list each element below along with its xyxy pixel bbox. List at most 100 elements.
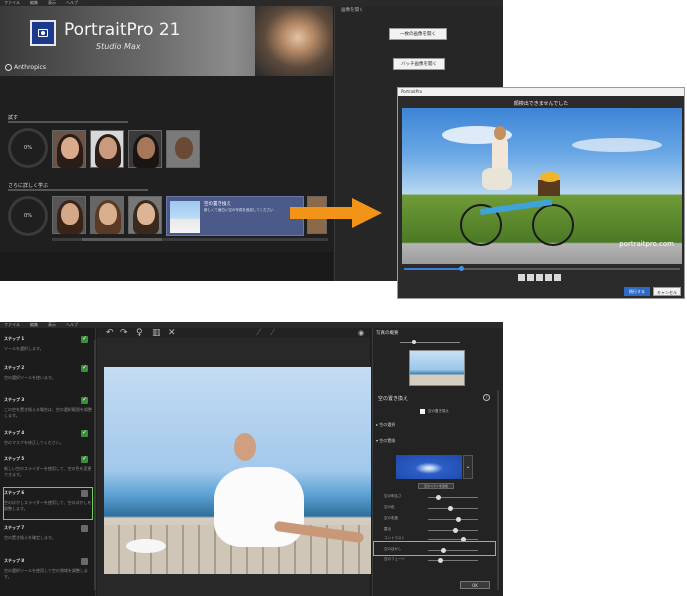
- thumbnail-portrait-5[interactable]: [52, 196, 86, 234]
- section-learn-heading: さらに詳しく学ぶ: [8, 183, 49, 189]
- slider-track[interactable]: [428, 560, 478, 561]
- step-back-icon[interactable]: [527, 274, 534, 281]
- overview-thumbnail[interactable]: [409, 350, 465, 386]
- banner-portrait: [255, 6, 333, 76]
- slider-knob[interactable]: [453, 528, 458, 533]
- pause-icon[interactable]: [536, 274, 543, 281]
- steps-scrollbar[interactable]: [94, 340, 96, 590]
- app-title: PortraitPro 21: [64, 20, 181, 40]
- sky-preset-dropdown-icon[interactable]: ⌄: [463, 455, 473, 479]
- dialog-titlebar: PortraitPro: [398, 88, 684, 96]
- slider-track[interactable]: [428, 539, 478, 540]
- step-1-check-icon: [81, 335, 88, 343]
- slider-knob[interactable]: [448, 506, 453, 511]
- slider-row-2[interactable]: 空の色: [384, 505, 494, 512]
- person-icon[interactable]: ♀: [136, 328, 143, 338]
- skip-forward-icon[interactable]: [554, 274, 561, 281]
- thumbnail-portrait-3[interactable]: [128, 130, 162, 168]
- slider-knob[interactable]: [438, 558, 443, 563]
- step-8[interactable]: ステップ 8 空の選択ツールを使用して空の領域を調整します。: [4, 558, 92, 580]
- step-7-title: ステップ 7: [4, 525, 25, 530]
- slider-label: 空の色: [384, 505, 395, 509]
- transition-arrow-icon: [290, 198, 382, 228]
- help-icon[interactable]: ?: [483, 394, 490, 401]
- carousel-scrollbar[interactable]: [52, 238, 328, 241]
- timeline-knob[interactable]: [459, 266, 464, 271]
- sky-preset-swatch[interactable]: [396, 455, 462, 479]
- slider-row-4[interactable]: 露出: [384, 527, 494, 534]
- skip-back-icon[interactable]: [518, 274, 525, 281]
- replace-sky-checkbox[interactable]: [420, 409, 425, 414]
- arrow-shape: [290, 198, 382, 228]
- app-logo-icon: [30, 20, 56, 46]
- slider-label: 空のフェード: [384, 557, 405, 561]
- step-3-check-icon: [81, 396, 88, 404]
- replace-sky-heading: 空の置き換え: [378, 396, 409, 402]
- thumbnail-portrait-7[interactable]: [128, 196, 162, 234]
- tutorial-card-text: 新しくて面白い空の写真を追加してください: [204, 208, 274, 212]
- brand-icon: [5, 64, 12, 71]
- step-forward-icon[interactable]: [545, 274, 552, 281]
- thumbnail-portrait-1[interactable]: [52, 130, 86, 168]
- undo-icon[interactable]: ↶: [106, 328, 114, 338]
- step-4-title: ステップ 4: [4, 430, 25, 435]
- cancel-button[interactable]: キャンセル: [653, 287, 681, 296]
- overview-zoom-slider[interactable]: [400, 340, 460, 344]
- sky-replace-label: 空の置換: [379, 438, 396, 443]
- open-single-image-button[interactable]: 一枚の画像を開く: [389, 28, 447, 40]
- slider-track[interactable]: [428, 508, 478, 509]
- section-try-text: [8, 121, 128, 123]
- open-batch-image-button[interactable]: バッチ画像を開く: [393, 58, 445, 70]
- slider-track[interactable]: [428, 519, 478, 520]
- sky-select-section[interactable]: ▸ 空の選択: [376, 422, 395, 428]
- slider-knob[interactable]: [455, 517, 461, 522]
- step-6[interactable]: ステップ 6 空のぼかしスライダーを使用して、空のぼかしを調整します。: [4, 490, 92, 512]
- step-4[interactable]: ステップ 4 空のマスクを修正してください。: [4, 429, 92, 446]
- step-1[interactable]: ステップ 1 ツールを選択します。: [4, 335, 92, 352]
- step-1-text: ツールを選択します。: [4, 346, 44, 351]
- redo-icon[interactable]: ↷: [120, 328, 128, 338]
- step-2[interactable]: ステップ 2 空の選択ツールを使います。: [4, 364, 92, 381]
- woman-head: [234, 433, 256, 461]
- ok-button[interactable]: OK: [460, 581, 490, 589]
- bicycle-basket: [538, 180, 560, 196]
- tutorial-card-image: [170, 201, 200, 233]
- choose-sky-button[interactable]: 空のスカイを追加: [418, 483, 454, 489]
- slider-row-7[interactable]: 空のフェード: [384, 557, 494, 564]
- tutorial-card-sky-replace[interactable]: 空の置き換え 新しくて面白い空の写真を追加してください: [166, 196, 304, 236]
- thumbnail-portrait-2[interactable]: [90, 130, 124, 168]
- compare-icon[interactable]: ▥: [152, 328, 161, 338]
- right-panel-scrollbar[interactable]: [497, 390, 499, 590]
- close-icon[interactable]: ✕: [168, 328, 176, 338]
- step-3-text: この空を置き換える場合は、空の選択範囲を調整します。: [4, 407, 92, 418]
- slider-knob[interactable]: [435, 495, 441, 500]
- step-3[interactable]: ステップ 3 この空を置き換える場合は、空の選択範囲を調整します。: [4, 396, 92, 419]
- dialog-photo: portraitpro.com: [402, 108, 682, 264]
- thumbnail-portrait-4[interactable]: [166, 130, 200, 168]
- slider-row-1[interactable]: 空の明るさ: [384, 494, 494, 501]
- continue-button[interactable]: 続行する: [624, 287, 650, 296]
- side-panel-title: 画像を開く: [341, 8, 364, 13]
- brush-icon[interactable]: ⁄: [258, 328, 260, 338]
- step-5[interactable]: ステップ 5 新しい空のスライダーを使用して、空の色を変更できます。: [4, 455, 92, 478]
- slider-row-3[interactable]: 空の彩度: [384, 516, 494, 523]
- step-6-check-icon: [81, 490, 88, 497]
- step-4-text: 空のマスクを修正してください。: [4, 440, 64, 445]
- pen-icon[interactable]: ⁄: [272, 328, 274, 338]
- active-slider-highlight: [373, 541, 496, 556]
- step-8-title: ステップ 8: [4, 558, 25, 563]
- eye-icon[interactable]: ◉: [358, 328, 364, 338]
- section-learn-percent: 0%: [24, 213, 32, 219]
- step-6-text: 空のぼかしスライダーを使用して、空のぼかしを調整します。: [4, 500, 92, 511]
- playback-controls: [518, 274, 566, 281]
- step-7[interactable]: ステップ 7 空の置き換えを確定します。: [4, 525, 92, 541]
- step-7-text: 空の置き換えを確定します。: [4, 535, 56, 540]
- step-5-text: 新しい空のスライダーを使用して、空の色を変更できます。: [4, 466, 92, 477]
- sky-replace-section[interactable]: ▾ 空の置換: [376, 438, 395, 444]
- overview-title: 写真の概要: [376, 331, 399, 336]
- thumbnail-portrait-6[interactable]: [90, 196, 124, 234]
- dialog-timeline-slider[interactable]: [404, 266, 680, 271]
- content-divider: [0, 252, 333, 281]
- slider-label: 空の彩度: [384, 516, 398, 520]
- section-try-percent: 0%: [24, 145, 32, 151]
